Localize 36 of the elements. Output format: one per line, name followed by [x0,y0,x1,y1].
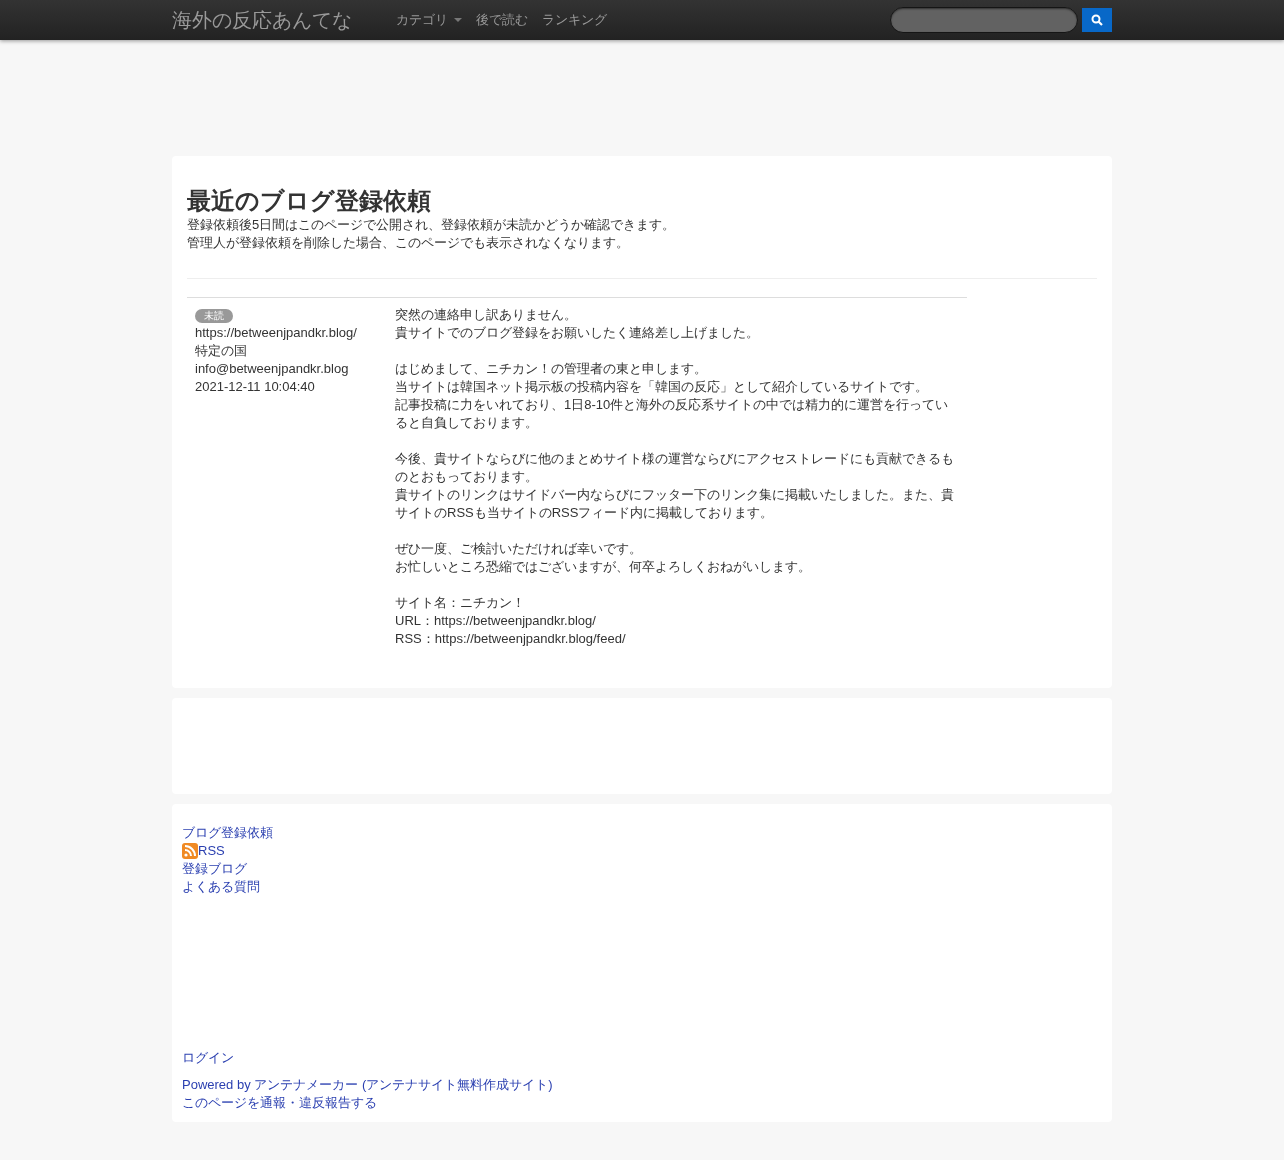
footer-link[interactable]: ブログ登録依頼 [182,824,273,842]
blog-url: https://betweenjpandkr.blog/ [195,324,358,342]
rss-link[interactable]: RSS [198,842,225,860]
rss-icon [182,843,198,859]
search-field[interactable] [890,7,1078,33]
date-text: 2021-12-11 10:04:40 [195,378,316,396]
search-icon [1091,14,1103,26]
page-title: 最近のブログ登録依頼 [187,186,432,216]
email-text: info@betweenjpandkr.blog [195,360,350,378]
message-text: 貴サイトのリンクはサイドバー内ならびにフッター下のリンク集に掲載いたしました。また、貴サイトのRSSも当サイトのRSSフィード内に掲載しております。 [395,486,955,522]
message-text: サイト名：ニチカン！ [395,594,526,612]
report-link[interactable]: このページを通報・違反報告する [182,1094,377,1112]
description-text: 登録依頼後5日間はこのページで公開され、登録依頼が未読かどうか確認できます。 [187,216,677,234]
message-text: URL：https://betweenjpandkr.blog/ [395,612,597,630]
footer-link[interactable]: よくある質問 [182,878,260,896]
nav-link[interactable]: 後で読む [476,11,542,29]
nav-link[interactable]: ランキング [542,11,621,29]
message-text: 突然の連絡申し訳ありません。 [395,306,578,324]
footer-link[interactable]: 登録ブログ [182,860,247,878]
message-text: お忙しいところ恐縮ではございますが、何卒よろしくおねがいします。 [395,558,812,576]
message-text: RSS：https://betweenjpandkr.blog/feed/ [395,630,627,648]
powered-by-link[interactable]: Powered by アンテナメーカー (アンテナサイト無料作成サイト) [182,1076,553,1094]
status-badge: 未読 [195,309,233,323]
message-text: 貴サイトでのブログ登録をお願いしたく連絡差し上げました。 [395,324,760,342]
message-text: ぜひ一度、ご検討いただければ幸いです。 [395,540,643,558]
site-brand[interactable]: 海外の反応あんてな [172,6,352,34]
category-dropdown[interactable]: カテゴリ [396,11,476,29]
category-text: 特定の国 [195,342,248,360]
message-text: はじめまして、ニチカン！の管理者の東と申します。 [395,360,708,378]
description-text: 管理人が登録依頼を削除した場合、このページでも表示されなくなります。 [187,234,630,252]
login-link[interactable]: ログイン [182,1049,234,1067]
caret-icon [454,18,462,22]
message-text: 今後、貴サイトならびに他のまとめサイト様の運営ならびにアクセストレードにも貢献できるものとおもっております。 [395,450,955,486]
message-text: 当サイトは韓国ネット掲示板の投稿内容を「韓国の反応」として紹介しているサイトです。 [395,378,929,396]
message-text: 記事投稿に力をいれており、1日8-10件と海外の反応系サイトの中では精力的に運営を行っていると自負しております。 [395,396,950,432]
search-button[interactable] [1082,8,1112,32]
